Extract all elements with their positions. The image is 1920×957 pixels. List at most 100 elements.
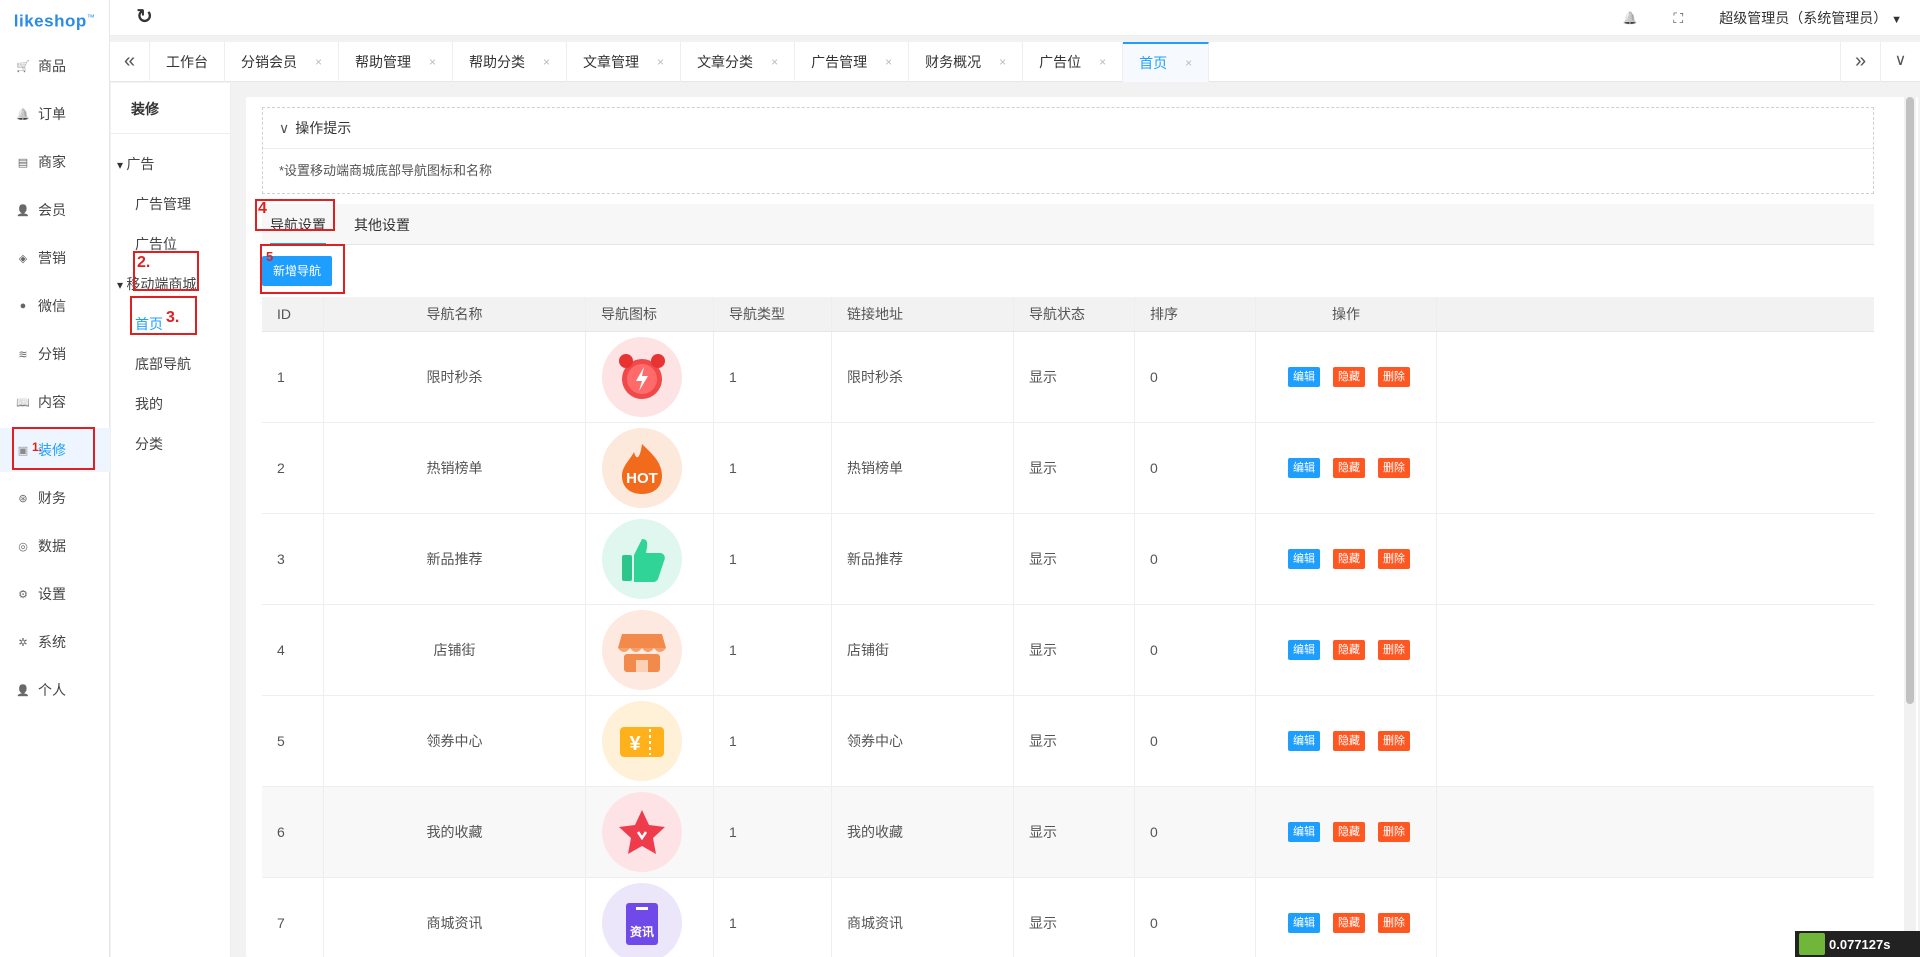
user-menu[interactable]: 超级管理员（系统管理员） ▼ — [1719, 8, 1902, 28]
globe-icon: ◎ — [18, 540, 28, 553]
vertical-scrollbar[interactable] — [1904, 97, 1916, 957]
bell-icon[interactable]: 🔔 — [1622, 11, 1637, 25]
store-icon — [602, 610, 682, 690]
sidebar-item-2[interactable]: ▤ 商家 — [0, 140, 110, 184]
edit-button[interactable]: 编辑 — [1288, 731, 1320, 751]
sidebar-item-label: 系统 — [38, 634, 66, 650]
sidebar-item-0[interactable]: 🛒 商品 — [0, 44, 110, 88]
sidebar-item-10[interactable]: ◎ 数据 — [0, 524, 110, 568]
delete-button[interactable]: 删除 — [1378, 367, 1410, 387]
sub-item-0[interactable]: 广告 — [117, 154, 154, 174]
sidebar-item-label: 营销 — [38, 250, 66, 266]
tab-9[interactable]: 首页 × — [1123, 42, 1210, 82]
close-icon[interactable]: × — [429, 55, 436, 69]
cell-name: 限时秒杀 — [324, 332, 586, 422]
close-icon[interactable]: × — [885, 55, 892, 69]
cell-id: 1 — [262, 332, 324, 422]
tab-5[interactable]: 文章分类 × — [681, 42, 796, 82]
tab-label: 帮助分类 — [469, 54, 526, 70]
close-icon[interactable]: × — [657, 55, 664, 69]
tab-0[interactable]: 工作台 — [150, 42, 225, 82]
sidebar-item-label: 财务 — [38, 490, 66, 506]
refresh-icon[interactable]: ↻ — [136, 4, 153, 29]
annotation-box-4 — [255, 199, 335, 231]
tab-6[interactable]: 广告管理 × — [795, 42, 910, 82]
tab-4[interactable]: 文章管理 × — [567, 42, 682, 82]
hide-button[interactable]: 隐藏 — [1333, 458, 1365, 478]
tips-header[interactable]: ∨ 操作提示 — [263, 108, 1873, 149]
sub-item-6[interactable]: 我的 — [135, 394, 163, 414]
cell-link: 商城资讯 — [832, 878, 1014, 957]
sub-item-7[interactable]: 分类 — [135, 434, 163, 454]
sidebar-item-11[interactable]: ⚙ 设置 — [0, 572, 110, 616]
edit-button[interactable]: 编辑 — [1288, 822, 1320, 842]
sidebar-item-9[interactable]: ⊛ 财务 — [0, 476, 110, 520]
delete-button[interactable]: 删除 — [1378, 640, 1410, 660]
cell-link: 限时秒杀 — [832, 332, 1014, 422]
tab-2[interactable]: 帮助管理 × — [339, 42, 454, 82]
sub-sidebar-title: 装修 — [131, 101, 159, 117]
delete-button[interactable]: 删除 — [1378, 458, 1410, 478]
sidebar-item-1[interactable]: 🔔 订单 — [0, 92, 110, 136]
delete-button[interactable]: 删除 — [1378, 822, 1410, 842]
fullscreen-icon[interactable]: ⛶ — [1673, 10, 1683, 27]
sidebar-item-label: 分销 — [38, 346, 66, 362]
logo[interactable]: likeshop™ — [0, 0, 109, 38]
sidebar-item-label: 微信 — [38, 298, 66, 314]
edit-button[interactable]: 编辑 — [1288, 458, 1320, 478]
sub-item-1[interactable]: 广告管理 — [135, 194, 191, 214]
cell-name: 我的收藏 — [324, 787, 586, 877]
sidebar-item-4[interactable]: ◈ 营销 — [0, 236, 110, 280]
hide-button[interactable]: 隐藏 — [1333, 367, 1365, 387]
cell-state: 显示 — [1014, 514, 1135, 604]
close-icon[interactable]: × — [1185, 56, 1192, 70]
edit-button[interactable]: 编辑 — [1288, 367, 1320, 387]
layers-icon: ≋ — [18, 348, 28, 361]
tab-8[interactable]: 广告位 × — [1023, 42, 1124, 82]
cell-filler — [1437, 514, 1874, 604]
edit-button[interactable]: 编辑 — [1288, 913, 1320, 933]
cell-sort: 0 — [1135, 605, 1256, 695]
edit-button[interactable]: 编辑 — [1288, 640, 1320, 660]
cell-link: 我的收藏 — [832, 787, 1014, 877]
sidebar-item-5[interactable]: ● 微信 — [0, 284, 110, 328]
tab-other-settings[interactable]: 其他设置 — [354, 204, 410, 245]
cell-state: 显示 — [1014, 332, 1135, 422]
cell-state: 显示 — [1014, 605, 1135, 695]
tab-7[interactable]: 财务概况 × — [909, 42, 1024, 82]
sidebar-item-3[interactable]: 👤 会员 — [0, 188, 110, 232]
sidebar-item-13[interactable]: 👤 个人 — [0, 668, 110, 712]
close-icon[interactable]: × — [315, 55, 322, 69]
tabs-scroll-right-icon[interactable]: » — [1840, 42, 1880, 82]
scrollbar-thumb[interactable] — [1906, 97, 1914, 704]
sidebar-item-12[interactable]: ✲ 系统 — [0, 620, 110, 664]
cell-sort: 0 — [1135, 332, 1256, 422]
tabs-menu-icon[interactable]: ∨ — [1880, 42, 1920, 82]
delete-button[interactable]: 删除 — [1378, 549, 1410, 569]
close-icon[interactable]: × — [543, 55, 550, 69]
sidebar-item-label: 设置 — [38, 586, 66, 602]
close-icon[interactable]: × — [999, 55, 1006, 69]
annotation-box-3 — [130, 296, 197, 335]
cell-type: 1 — [714, 605, 832, 695]
cell-type: 1 — [714, 878, 832, 957]
edit-button[interactable]: 编辑 — [1288, 549, 1320, 569]
person-icon: 👤 — [16, 684, 30, 697]
sidebar-item-7[interactable]: 📖 内容 — [0, 380, 110, 424]
hide-button[interactable]: 隐藏 — [1333, 822, 1365, 842]
sidebar-item-label: 订单 — [38, 106, 66, 122]
hide-button[interactable]: 隐藏 — [1333, 549, 1365, 569]
sub-item-5[interactable]: 底部导航 — [135, 354, 191, 374]
delete-button[interactable]: 删除 — [1378, 731, 1410, 751]
cell-id: 2 — [262, 423, 324, 513]
tab-3[interactable]: 帮助分类 × — [453, 42, 568, 82]
sidebar-item-6[interactable]: ≋ 分销 — [0, 332, 110, 376]
hide-button[interactable]: 隐藏 — [1333, 731, 1365, 751]
close-icon[interactable]: × — [1099, 55, 1106, 69]
hide-button[interactable]: 隐藏 — [1333, 640, 1365, 660]
hide-button[interactable]: 隐藏 — [1333, 913, 1365, 933]
tab-1[interactable]: 分销会员 × — [225, 42, 340, 82]
tabs-scroll-left-icon[interactable]: « — [110, 42, 150, 82]
close-icon[interactable]: × — [771, 55, 778, 69]
delete-button[interactable]: 删除 — [1378, 913, 1410, 933]
